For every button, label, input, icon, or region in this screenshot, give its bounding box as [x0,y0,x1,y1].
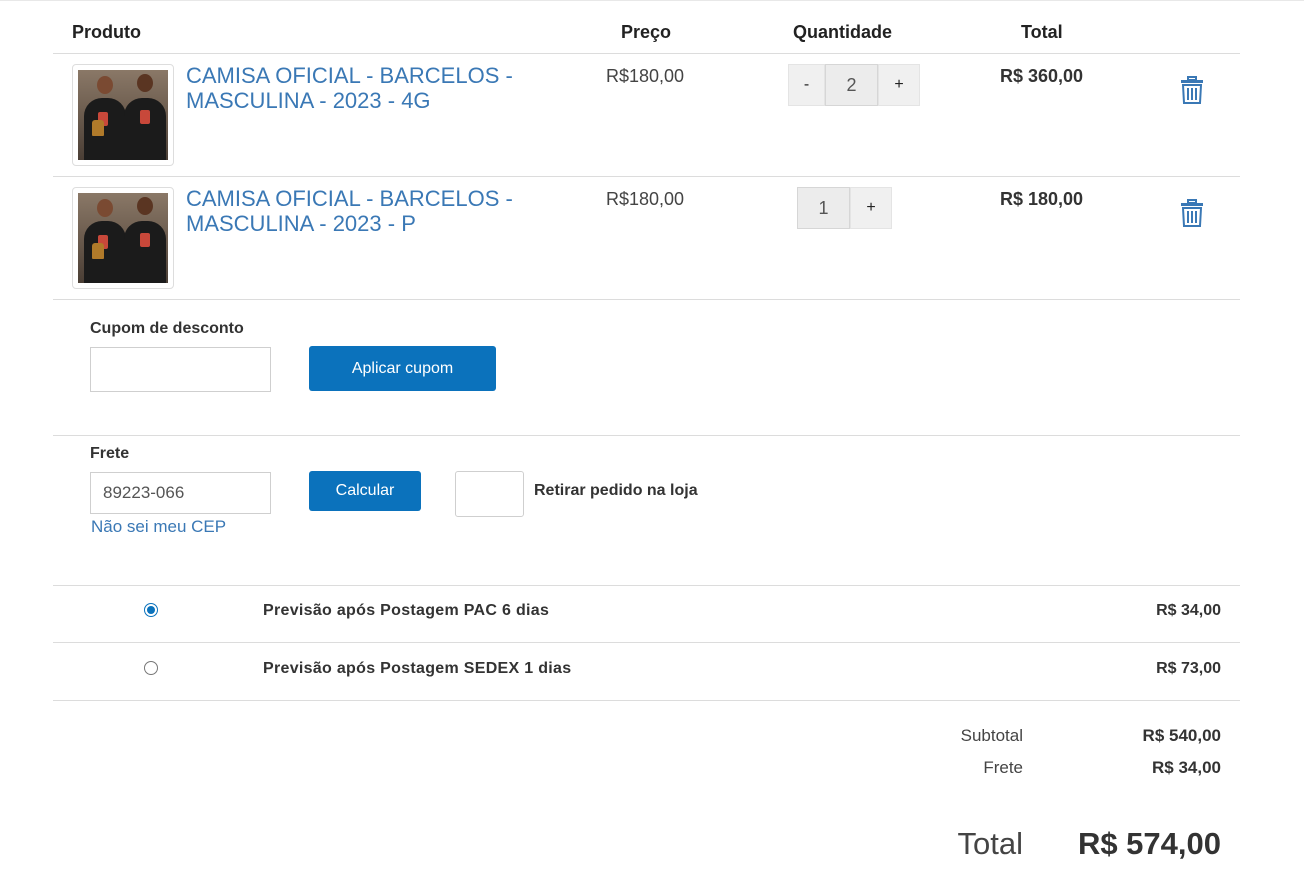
header-quantity: Quantidade [793,22,893,42]
shipping-label: Frete [90,445,130,462]
header-product: Produto [72,22,141,42]
row-divider [53,299,1240,300]
shipping-radio-pac[interactable] [144,603,158,617]
product-price: R$180,00 [606,189,685,209]
apply-coupon-button[interactable]: Aplicar cupom [309,346,496,391]
line-total: R$ 360,00 [1000,66,1084,86]
header-price: Preço [621,22,672,42]
shipping-divider [53,585,1240,586]
calculate-shipping-button[interactable]: Calcular [309,471,421,511]
coupon-input[interactable] [90,347,271,392]
shipping-option-price: R$ 73,00 [1156,660,1221,677]
freight-label: Frete [983,758,1023,777]
subtotal-label: Subtotal [960,726,1023,745]
shipping-option-name: Previsão após Postagem SEDEX 1 dias [263,660,572,677]
shipping-option-divider [53,642,1240,643]
product-name-link[interactable]: CAMISA OFICIAL - BARCELOS - MASCULINA - … [186,186,586,236]
subtotal-value: R$ 540,00 [1142,726,1221,745]
coupon-divider [53,435,1240,436]
product-thumbnail[interactable] [72,187,174,289]
pickup-checkbox[interactable] [455,471,524,517]
grand-total-label: Total [957,826,1023,861]
shipping-option-name: Previsão após Postagem PAC 6 dias [263,602,550,619]
shipping-radio-sedex[interactable] [144,661,158,675]
trash-icon[interactable] [1180,76,1204,104]
pickup-label: Retirar pedido na loja [534,482,698,499]
header-divider [53,53,1240,54]
row-divider [53,176,1240,177]
product-name-link[interactable]: CAMISA OFICIAL - BARCELOS - MASCULINA - … [186,63,586,113]
top-divider [0,0,1304,1]
grand-total-value: R$ 574,00 [1077,826,1221,861]
header-total: Total [1021,22,1063,42]
summary-divider [53,700,1240,701]
line-total: R$ 180,00 [1000,189,1084,209]
shipping-option-price: R$ 34,00 [1156,602,1221,619]
product-price: R$180,00 [606,66,685,86]
cep-input[interactable] [90,472,271,514]
qty-increment-button[interactable]: + [878,64,920,106]
qty-decrement-button[interactable]: - [788,64,825,106]
product-thumbnail[interactable] [72,64,174,166]
product-photo [78,193,168,283]
freight-value: R$ 34,00 [1152,758,1221,777]
trash-icon[interactable] [1180,199,1204,227]
qty-increment-button[interactable]: + [850,187,892,229]
qty-value[interactable]: 1 [797,187,850,229]
product-photo [78,70,168,160]
qty-value[interactable]: 2 [825,64,878,106]
unknown-cep-link[interactable]: Não sei meu CEP [91,517,226,537]
coupon-label: Cupom de desconto [90,320,244,337]
